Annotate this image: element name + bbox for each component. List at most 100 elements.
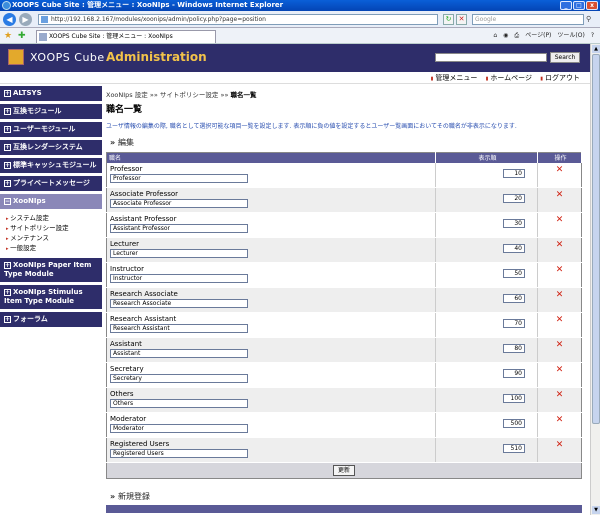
order-input[interactable]: 20 (503, 194, 525, 203)
page-icon (41, 16, 48, 23)
position-name-input[interactable]: Secretary (110, 374, 248, 383)
expand-icon: + (4, 289, 11, 296)
action-cell: ✕ (537, 212, 582, 238)
scrollbar-thumb[interactable] (592, 54, 600, 424)
favorites-star-icon[interactable]: ★ (4, 31, 12, 41)
minimize-button[interactable]: _ (560, 1, 572, 10)
delete-icon[interactable]: ✕ (556, 190, 564, 200)
back-button[interactable]: ◀ (3, 13, 16, 26)
position-name-input[interactable]: Associate Professor (110, 199, 248, 208)
submenu-system-settings[interactable]: システム設定 (6, 214, 102, 224)
scroll-down-arrow-icon[interactable]: ▼ (592, 506, 600, 514)
print-icon[interactable]: ⎙ (514, 31, 519, 41)
sidebar-item-forum[interactable]: + フォーラム (0, 312, 102, 328)
sidebar-item-legacy[interactable]: + 互換モジュール (0, 104, 102, 120)
expand-icon: + (4, 262, 11, 269)
delete-icon[interactable]: ✕ (556, 240, 564, 250)
position-name-cell: Assistant Professor Assistant Professor (106, 212, 436, 238)
position-name-input[interactable]: Assistant Professor (110, 224, 248, 233)
order-cell: 500 (435, 412, 538, 438)
forward-button[interactable]: ▶ (19, 13, 32, 26)
order-input[interactable]: 50 (503, 269, 525, 278)
admin-sidebar: + ALTSYS + 互換モジュール + ユーザーモジュール + 互換レンダーシステム … (0, 86, 102, 515)
logout-link[interactable]: ログアウト (540, 74, 580, 82)
order-input[interactable]: 10 (503, 168, 525, 178)
update-button[interactable]: 更新 (332, 465, 355, 476)
submenu-general-settings[interactable]: 一般設定 (6, 244, 102, 254)
delete-icon[interactable]: ✕ (556, 390, 564, 400)
site-header: XOOPS Cube Administration Search (0, 44, 590, 72)
table-row: Research Assistant Research Assistant 70 ✕ (106, 312, 582, 338)
delete-icon[interactable]: ✕ (556, 165, 564, 175)
order-input[interactable]: 30 (503, 219, 525, 228)
browser-tab[interactable]: XOOPS Cube Site : 管理メニュー : XooNIps (36, 30, 216, 43)
sidebar-item-altsys[interactable]: + ALTSYS (0, 86, 102, 102)
position-name-input[interactable]: Others (110, 399, 248, 408)
order-input[interactable]: 70 (503, 319, 525, 328)
position-name-input[interactable]: Research Assistant (110, 324, 248, 333)
sidebar-item-paper[interactable]: + XooNIps Paper Item Type Module (0, 258, 102, 283)
scroll-up-arrow-icon[interactable]: ▲ (592, 45, 600, 53)
position-name-input[interactable]: Lecturer (110, 249, 248, 258)
delete-icon[interactable]: ✕ (556, 415, 564, 425)
toolbar-right: ⌂ ◉ ⎙ ページ(P) ツール(O) ? (493, 31, 594, 41)
feeds-icon[interactable]: ◉ (503, 31, 508, 41)
submenu-maintenance[interactable]: メンテナンス (6, 234, 102, 244)
sidebar-item-cache[interactable]: + 標準キャッシュモジュール (0, 158, 102, 174)
delete-icon[interactable]: ✕ (556, 440, 564, 450)
position-name-input[interactable]: Registered Users (110, 449, 248, 458)
sidebar-item-xoonips[interactable]: − XooNIps (0, 194, 102, 210)
position-label: Assistant Professor (110, 215, 177, 223)
refresh-icon[interactable]: ↻ (443, 14, 454, 25)
page-menu[interactable]: ページ(P) (525, 31, 551, 41)
breadcrumb-separator: »» (149, 91, 158, 99)
order-input[interactable]: 100 (503, 394, 525, 403)
position-name-input[interactable]: Instructor (110, 274, 248, 283)
add-favorites-icon[interactable]: ✚ (18, 31, 26, 41)
url-input[interactable]: http://192.168.2.167/modules/xoonips/adm… (38, 14, 438, 25)
delete-icon[interactable]: ✕ (556, 290, 564, 300)
position-name-input[interactable]: Assistant (110, 349, 248, 358)
submenu-site-policy[interactable]: サイトポリシー設定 (6, 224, 102, 234)
position-name-input[interactable]: Professor (110, 173, 248, 183)
sidebar-item-stimulus[interactable]: + XooNIps Stimulus Item Type Module (0, 285, 102, 310)
expand-icon: + (4, 144, 11, 151)
stop-icon[interactable]: ✕ (456, 14, 467, 25)
order-cell: 60 (435, 287, 538, 313)
order-cell: 510 (435, 437, 538, 463)
site-search-button[interactable]: Search (550, 52, 580, 63)
order-input[interactable]: 90 (503, 369, 525, 378)
position-label: Professor (110, 164, 143, 173)
help-icon[interactable]: ? (591, 31, 594, 41)
order-input[interactable]: 80 (503, 344, 525, 353)
sidebar-item-pm[interactable]: + プライベートメッセージ (0, 176, 102, 192)
order-input[interactable]: 500 (503, 419, 525, 428)
breadcrumb-policy[interactable]: サイトポリシー設定 (160, 91, 219, 99)
homepage-link[interactable]: ホームページ (486, 74, 532, 82)
order-input[interactable]: 510 (503, 444, 525, 453)
close-button[interactable]: x (586, 1, 598, 10)
breadcrumb-xoonips[interactable]: XooNIps 設定 (106, 91, 148, 99)
delete-icon[interactable]: ✕ (556, 340, 564, 350)
delete-icon[interactable]: ✕ (556, 215, 564, 225)
vertical-scrollbar[interactable]: ▲ ▼ (590, 44, 600, 515)
search-icon[interactable]: ⚲ (586, 15, 596, 24)
tools-menu[interactable]: ツール(O) (557, 31, 584, 41)
sidebar-item-render[interactable]: + 互換レンダーシステム (0, 140, 102, 156)
position-name-input[interactable]: Moderator (110, 424, 248, 433)
logo-text: XOOPS Cube (30, 51, 105, 64)
site-search-input[interactable] (435, 53, 547, 62)
maximize-button[interactable]: □ (573, 1, 585, 10)
delete-icon[interactable]: ✕ (556, 265, 564, 275)
web-search-input[interactable]: Google (472, 14, 584, 25)
delete-icon[interactable]: ✕ (556, 315, 564, 325)
order-input[interactable]: 40 (503, 244, 525, 253)
expand-icon: + (4, 316, 11, 323)
admin-menu-link[interactable]: 管理メニュー (431, 74, 478, 82)
delete-icon[interactable]: ✕ (556, 365, 564, 375)
position-name-input[interactable]: Research Associate (110, 299, 248, 308)
order-input[interactable]: 60 (503, 294, 525, 303)
home-icon[interactable]: ⌂ (493, 31, 497, 41)
sidebar-item-user[interactable]: + ユーザーモジュール (0, 122, 102, 138)
edit-section-heading: 編集 (110, 137, 584, 148)
